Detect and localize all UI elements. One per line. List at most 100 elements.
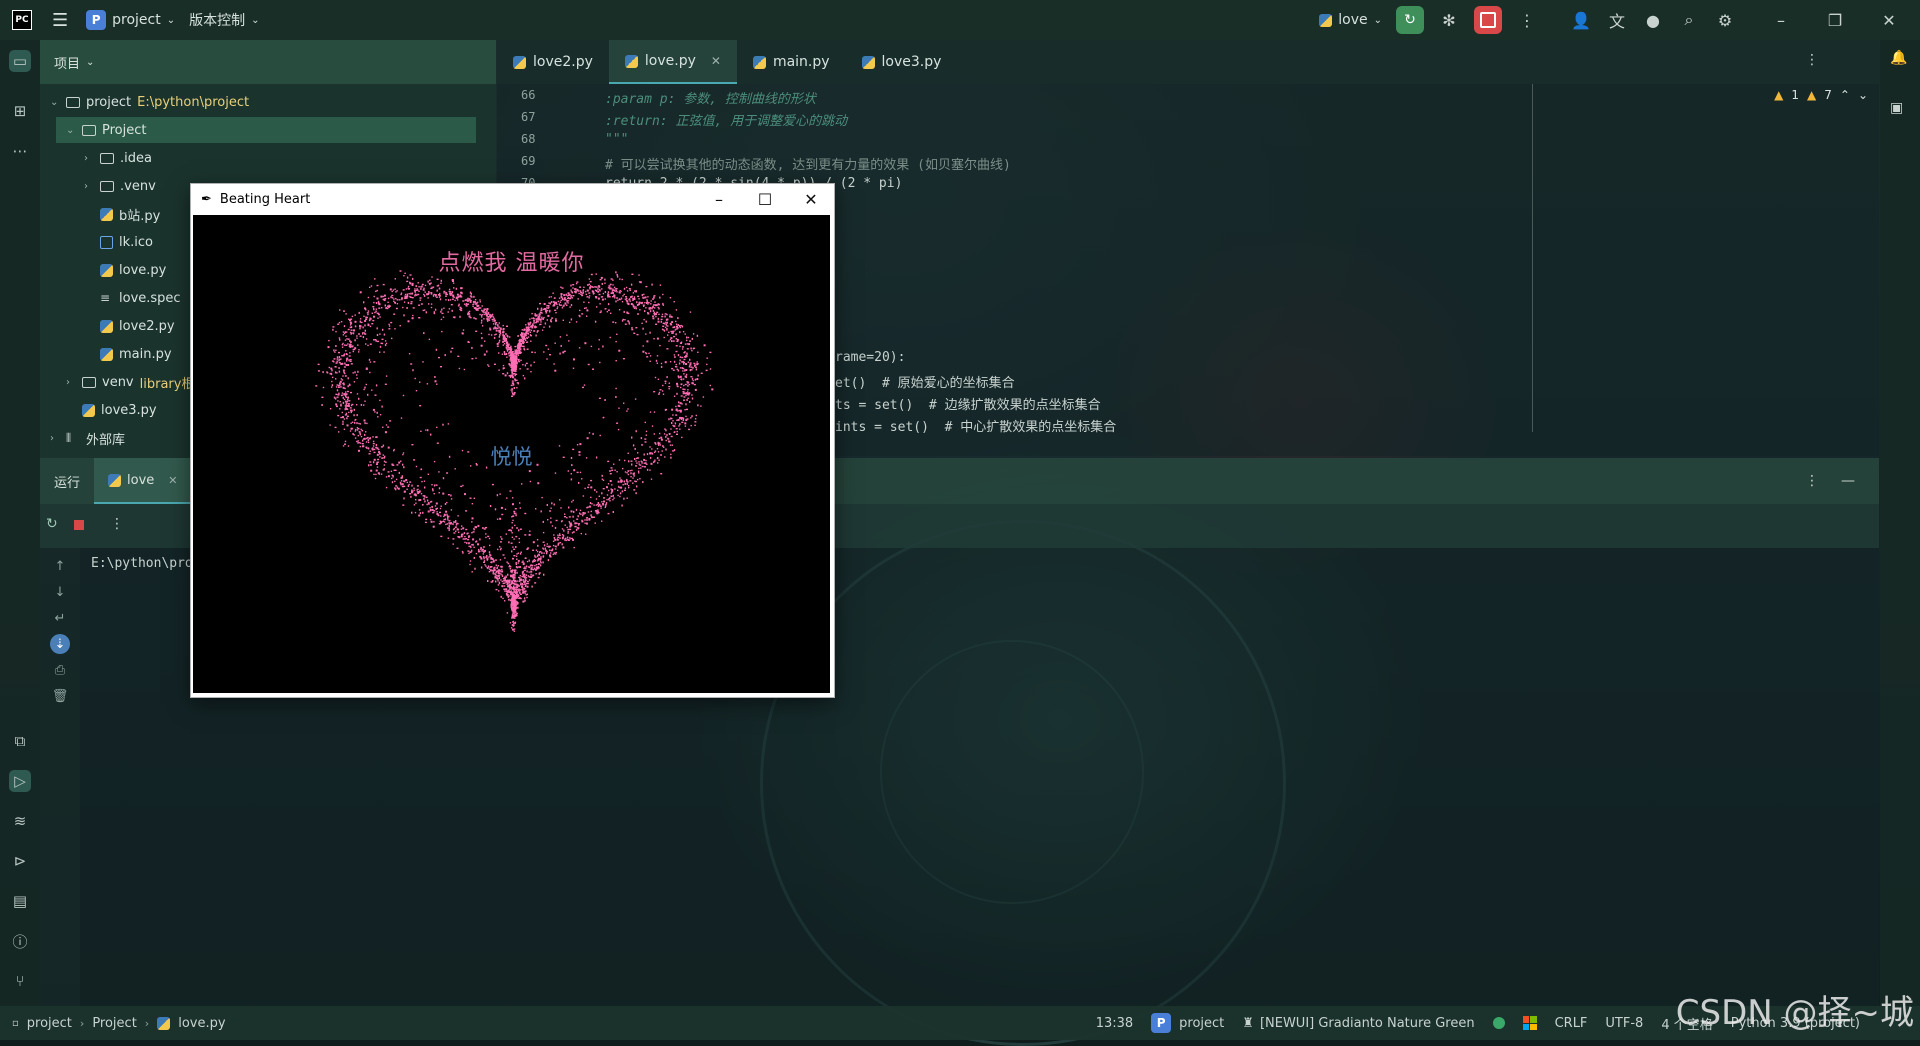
tree-item-root[interactable]: ⌄ project E:\python\project [50, 89, 249, 115]
windows-logo-icon[interactable] [1522, 1016, 1537, 1030]
cursor-position[interactable]: 13:38 [1096, 1016, 1133, 1031]
layers-tool-icon[interactable]: ≋ [9, 810, 31, 832]
project-panel-header[interactable]: 项目 ⌄ [40, 40, 496, 84]
main-menu-icon[interactable]: ☰ [52, 10, 68, 31]
debug-icon[interactable]: ✻ [1438, 9, 1460, 31]
search-icon[interactable]: ⌕ [1678, 9, 1700, 31]
tree-item-venv-hidden[interactable]: › .venv [84, 173, 156, 199]
more-icon[interactable]: ⋮ [110, 516, 124, 532]
window-titlebar[interactable]: ✒ Beating Heart – ☐ ✕ [191, 184, 834, 214]
structure-tool-icon[interactable]: ⊞ [9, 100, 31, 122]
trash-icon[interactable]: 🗑 [50, 686, 70, 706]
stop-button[interactable] [1474, 6, 1502, 34]
code-line: :param p: 参数, 控制曲线的形状 [605, 92, 816, 107]
heart-particle [511, 628, 514, 631]
tree-item-idea[interactable]: › .idea [84, 145, 152, 171]
theme-widget[interactable]: ♜ [NEWUI] Gradianto Nature Green [1242, 1016, 1474, 1031]
arrow-up-icon[interactable]: ↑ [50, 556, 70, 576]
translate-icon[interactable]: 文 [1606, 9, 1628, 31]
heart-particle [686, 352, 688, 354]
add-user-icon[interactable]: 👤 [1570, 9, 1592, 31]
chevron-down-icon[interactable]: ⌄ [1858, 88, 1868, 102]
console-output[interactable]: E:\python\pro [91, 556, 193, 571]
heart-particle [510, 575, 513, 578]
stop-icon[interactable] [74, 520, 84, 530]
rerun-icon[interactable]: ↻ [46, 516, 58, 532]
tree-item-venv[interactable]: › venv library根 [66, 369, 194, 395]
git-tool-icon[interactable]: ⑂ [9, 970, 31, 992]
heart-particle [528, 533, 531, 536]
tab-options-icon[interactable]: ⋮ [1805, 52, 1819, 68]
chevron-up-icon[interactable]: ⌃ [1840, 88, 1850, 102]
run-tool-icon[interactable]: ▷ [9, 770, 31, 792]
tree-item-file[interactable]: love3.py [82, 397, 157, 423]
heart-particle [351, 421, 354, 423]
heart-particle [590, 345, 593, 348]
project-selector[interactable]: P project ⌄ [86, 10, 175, 30]
tree-item-file[interactable]: lk.ico [100, 229, 153, 255]
tree-item-external-libs[interactable]: › ⫴ 外部库 [50, 425, 125, 451]
heart-particle [580, 532, 582, 535]
terminal-tool-icon[interactable]: ▤ [9, 890, 31, 912]
heart-canvas[interactable]: 点燃我 温暖你 悦悦 [193, 215, 830, 693]
tab-run-config[interactable]: love ✕ [94, 458, 192, 504]
close-tab-icon[interactable]: ✕ [711, 54, 721, 68]
heart-particle [363, 388, 365, 391]
scroll-to-end-icon[interactable]: ⇣ [50, 634, 70, 654]
run-config-selector[interactable]: love ⌄ [1319, 12, 1382, 28]
tree-item-file[interactable]: love.py [100, 257, 166, 283]
run-options-icon[interactable]: ⋮ [1805, 473, 1819, 489]
file-encoding[interactable]: UTF-8 [1605, 1016, 1643, 1031]
arrow-down-icon[interactable]: ↓ [50, 582, 70, 602]
minimize-window-icon[interactable]: – [1770, 9, 1792, 31]
assistant-icon[interactable]: ● [1642, 9, 1664, 31]
heart-particle [472, 531, 475, 533]
close-icon[interactable]: ✕ [788, 184, 834, 214]
tree-item-file[interactable]: b站.py [100, 201, 160, 227]
heart-particle [339, 401, 341, 403]
problems-tool-icon[interactable]: ⓘ [9, 930, 31, 952]
print-icon[interactable]: ⎙ [50, 660, 70, 680]
breadcrumb-item[interactable]: Project [92, 1016, 136, 1031]
line-separator[interactable]: CRLF [1555, 1016, 1588, 1031]
soft-wrap-icon[interactable]: ↵ [50, 608, 70, 628]
tab-love2[interactable]: love2.py [497, 40, 609, 84]
heart-particle [387, 297, 390, 300]
notifications-icon[interactable]: 🔔 [1890, 50, 1907, 66]
tab-love[interactable]: love.py ✕ [608, 40, 737, 84]
tab-run[interactable]: 运行 [40, 458, 94, 504]
breadcrumb-item[interactable]: project [27, 1016, 72, 1031]
restore-window-icon[interactable]: ❐ [1824, 9, 1846, 31]
tree-item-file[interactable]: ≡ love.spec [100, 285, 181, 311]
vcs-menu[interactable]: 版本控制 ⌄ [189, 10, 259, 30]
maximize-icon[interactable]: ☐ [742, 184, 788, 214]
project-tool-icon[interactable]: ▭ [9, 50, 31, 72]
interpreter-widget[interactable]: P project [1151, 1013, 1224, 1033]
inspection-widget[interactable]: ▲ 1 ▲ 7 ⌃ ⌄ [1774, 88, 1868, 102]
close-tab-icon[interactable]: ✕ [168, 474, 177, 487]
heart-particle [689, 311, 692, 313]
code-line: # 可以尝试换其他的动态函数, 达到更有力量的效果 (如贝塞尔曲线) [605, 158, 1011, 173]
close-window-icon[interactable]: ✕ [1878, 9, 1900, 31]
services-tool-icon[interactable]: ⊳ [9, 850, 31, 872]
tree-item-file[interactable]: main.py [100, 341, 172, 367]
rerun-button[interactable]: ↻ [1396, 6, 1424, 34]
heart-particle [635, 306, 637, 309]
tree-item-project[interactable]: ⌄ Project [56, 117, 476, 143]
more-tools-icon[interactable]: ⋯ [9, 140, 31, 162]
heart-particle [535, 508, 537, 510]
more-actions-icon[interactable]: ⋮ [1516, 9, 1538, 31]
settings-gear-icon[interactable]: ⚙ [1714, 9, 1736, 31]
beating-heart-window[interactable]: ✒ Beating Heart – ☐ ✕ 点燃我 温暖你 悦悦 [190, 183, 835, 698]
status-indicator-icon[interactable] [1492, 1017, 1505, 1029]
breadcrumb-item[interactable]: love.py [178, 1016, 225, 1031]
hide-panel-icon[interactable]: — [1841, 473, 1855, 489]
minimize-icon[interactable]: – [696, 184, 742, 214]
python-console-icon[interactable]: ⧉ [9, 730, 31, 752]
heart-particle [588, 518, 591, 520]
tree-item-file[interactable]: love2.py [100, 313, 175, 339]
tab-love3[interactable]: love3.py [846, 40, 958, 84]
tab-main[interactable]: main.py [737, 40, 846, 84]
heart-particle [518, 541, 521, 544]
ai-assistant-icon[interactable]: ▣ [1890, 100, 1903, 116]
